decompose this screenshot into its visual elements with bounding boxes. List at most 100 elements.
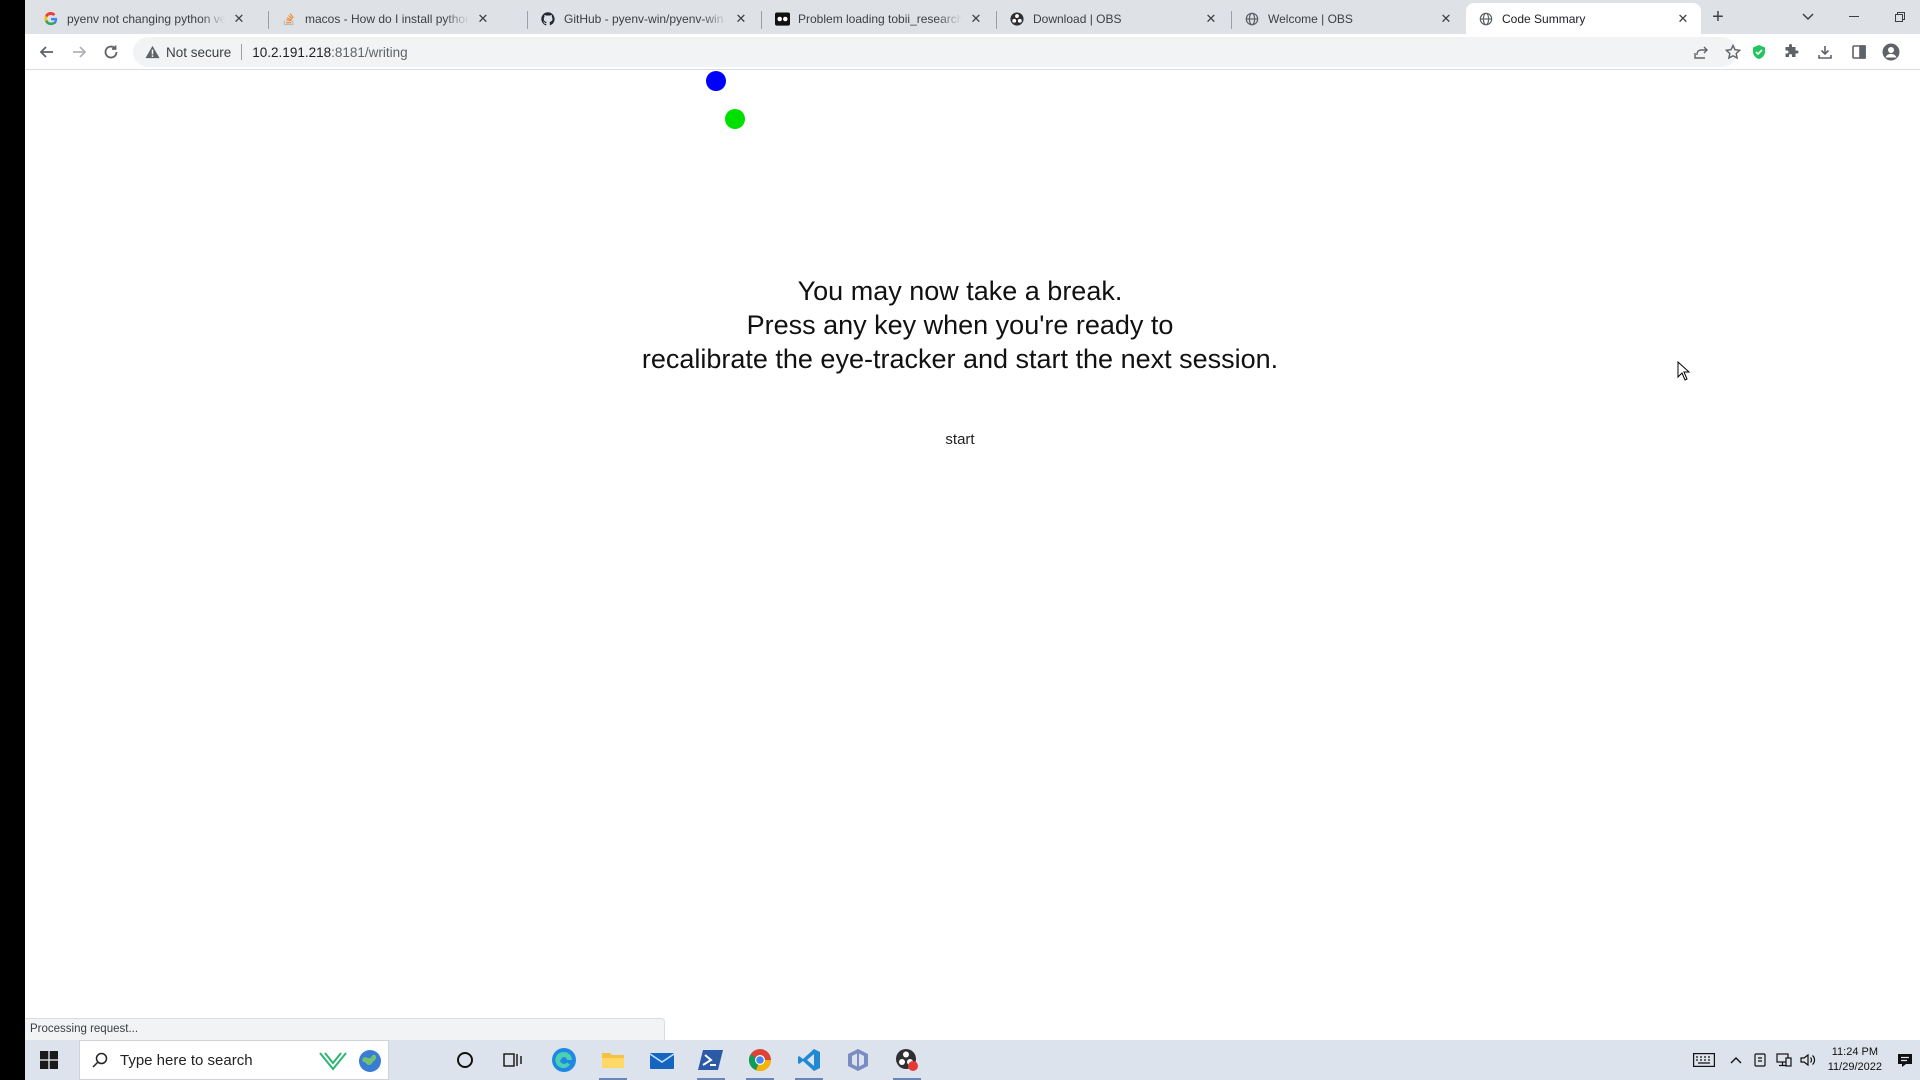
restore-icon [1895,12,1905,22]
taskbar-chrome[interactable] [736,1040,784,1080]
tab-title: Download | OBS [1033,11,1122,26]
close-icon[interactable]: ✕ [231,11,247,27]
cube-icon [848,1049,868,1071]
globe-icon [1478,11,1494,27]
web-page: You may now take a break. Press any key … [25,71,1920,1040]
tab-title: Welcome | OBS [1268,11,1353,26]
url-host: 10.2.191.218 [252,44,332,60]
reload-icon [104,45,118,59]
tab-download-obs[interactable]: Download | OBS ✕ [997,3,1229,34]
globe-icon [1244,11,1260,27]
tab-welcome-obs[interactable]: Welcome | OBS ✕ [1232,3,1464,34]
chevron-down-icon [1802,13,1814,21]
mail-icon [649,1053,675,1069]
taskbar-vscode[interactable] [785,1040,833,1080]
profile-button[interactable] [1877,38,1905,66]
minimize-button[interactable] [1839,4,1869,30]
touch-keyboard-icon[interactable] [1684,1040,1724,1080]
tab-problem-loading-tobii[interactable]: Problem loading tobii_research ✕ [762,3,994,34]
url-path: :8181/writing [331,44,408,60]
taskbar-mail[interactable] [638,1040,686,1080]
new-tab-button[interactable]: + [1703,4,1733,30]
system-tray: 11:24 PM 11/29/2022 [1684,1040,1920,1080]
side-panel-button[interactable] [1845,38,1873,66]
taskbar-edge[interactable] [540,1040,588,1080]
network-icon[interactable] [1772,1040,1796,1080]
close-icon[interactable]: ✕ [733,11,749,27]
chrome-icon [748,1049,772,1072]
downloads-button[interactable] [1811,38,1839,66]
chevron-up-icon[interactable] [1724,1040,1748,1080]
github-icon [540,11,556,27]
bookmark-star-icon[interactable] [1724,43,1742,63]
tab-title: GitHub - pyenv-win/pyenv-win [564,11,724,26]
gaze-dot-blue [706,71,726,91]
tab-macos-install-python[interactable]: macos - How do I install python ✕ [269,3,501,34]
browser-tab-strip: pyenv not changing python ver ✕ macos - … [25,0,1920,34]
search-placeholder: Type here to search [120,1051,253,1069]
obs-icon [1009,11,1025,27]
address-bar[interactable]: Not secure 10.2.191.218:8181/writing [133,37,1742,67]
clock[interactable]: 11:24 PM 11/29/2022 [1820,1045,1890,1075]
tab-title: Code Summary [1502,11,1586,26]
security-label[interactable]: Not secure [166,45,231,60]
browser-toolbar: Not secure 10.2.191.218:8181/writing [25,34,1920,70]
share-icon[interactable] [1693,44,1709,63]
edge-icon [552,1048,576,1072]
close-icon[interactable]: ✕ [1438,11,1454,27]
clock-time: 11:24 PM [1831,1046,1879,1058]
warning-triangle-icon[interactable] [145,45,160,59]
globe-weather-icon[interactable] [358,1049,382,1077]
cortana-button[interactable] [441,1040,489,1080]
extension-shield-button[interactable] [1745,38,1773,66]
taskbar-powershell[interactable] [687,1040,735,1080]
back-button[interactable] [33,38,61,66]
close-icon[interactable]: ✕ [1675,11,1691,27]
forward-button[interactable] [65,38,93,66]
news-leaf-icon[interactable] [318,1050,348,1076]
side-panel-icon [1852,45,1866,59]
close-icon[interactable]: ✕ [968,11,984,27]
task-view-button[interactable] [489,1040,537,1080]
taskbar-search-box[interactable]: Type here to search [79,1040,389,1080]
google-g-icon [43,11,59,27]
stackoverflow-icon [281,11,297,27]
status-bubble: Processing request... [25,1018,665,1040]
folder-icon [602,1053,624,1068]
windows-logo-icon [40,1051,58,1069]
avatar-icon [1882,43,1900,61]
tab-code-summary[interactable]: Code Summary ✕ [1466,3,1701,34]
tab-github-pyenv-win[interactable]: GitHub - pyenv-win/pyenv-win ✕ [528,3,759,34]
notification-icon[interactable] [1890,1040,1920,1080]
omnibox-divider [241,44,243,60]
close-icon[interactable]: ✕ [1203,11,1219,27]
taskbar-obs[interactable] [883,1040,931,1080]
screen: pyenv not changing python ver ✕ macos - … [25,0,1920,1080]
arrow-right-icon [73,46,87,58]
puzzle-icon [1785,44,1799,57]
reload-button[interactable] [97,38,125,66]
download-icon [1818,46,1832,59]
speaker-icon[interactable] [1796,1040,1820,1080]
powershell-icon [698,1050,723,1070]
start-button[interactable]: start [0,431,1920,448]
start-menu-button[interactable] [25,1040,73,1080]
vscode-icon [798,1049,820,1071]
close-icon[interactable]: ✕ [475,11,491,27]
tab-title: pyenv not changing python ver [67,11,225,26]
message-line: recalibrate the eye-tracker and start th… [641,344,1279,374]
taskbar-file-explorer[interactable] [589,1040,637,1080]
windows-taskbar: Type here to search 11:24 PM 11/29/2022 [25,1040,1920,1080]
minimize-icon [1849,16,1859,17]
tab-search-button[interactable] [1793,4,1823,30]
restore-button[interactable] [1885,4,1915,30]
tab-pyenv-not-changing[interactable]: pyenv not changing python ver ✕ [31,3,257,34]
tobii-icon [774,11,790,27]
taskbar-app-cube[interactable] [834,1040,882,1080]
tab-title: macos - How do I install python [305,11,469,26]
device-icon[interactable] [1748,1040,1772,1080]
break-message: You may now take a break. Press any key … [0,274,1920,376]
gaze-dot-green [725,109,745,129]
obs-record-icon [896,1049,918,1071]
extensions-button[interactable] [1777,38,1805,66]
